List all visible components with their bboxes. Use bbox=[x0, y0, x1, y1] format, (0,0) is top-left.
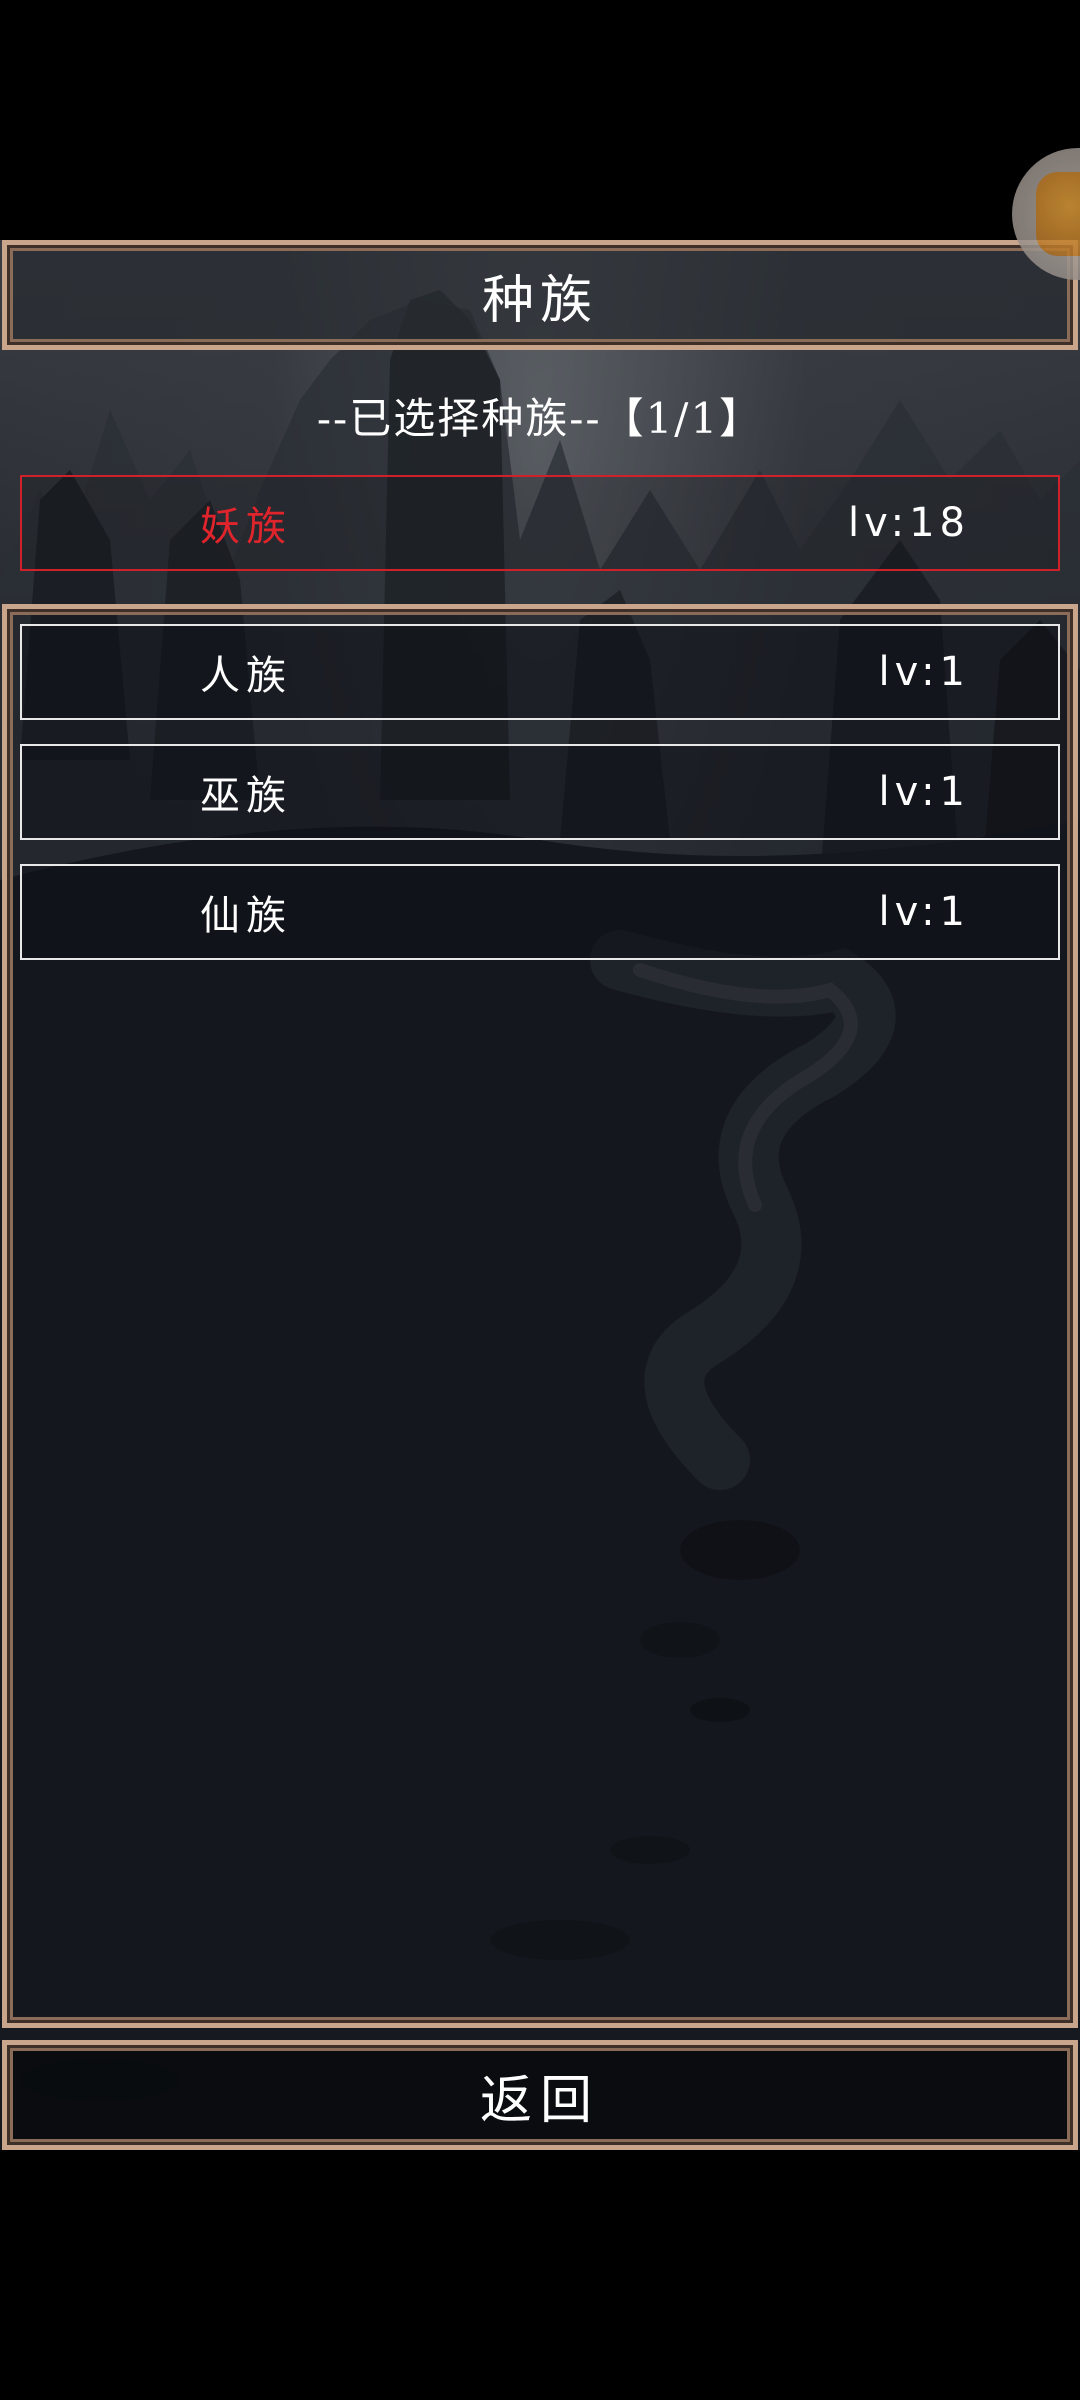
race-name: 巫族 bbox=[200, 773, 292, 819]
race-name: 人族 bbox=[200, 653, 292, 699]
race-row-wu[interactable]: 巫族 lv:1 bbox=[20, 744, 1060, 840]
back-button-label: 返回 bbox=[479, 2070, 600, 2131]
race-level: lv:1 bbox=[878, 889, 970, 935]
race-row-immortal[interactable]: 仙族 lv:1 bbox=[20, 864, 1060, 960]
selected-race-header: --已选择种族--【1/1】 bbox=[316, 393, 764, 443]
race-name: 妖族 bbox=[200, 504, 292, 550]
back-button[interactable]: 返回 bbox=[2, 2040, 1078, 2150]
race-name: 仙族 bbox=[200, 893, 292, 939]
selected-race-row[interactable]: 妖族 lv:18 bbox=[20, 475, 1060, 571]
title-bar: 种族 bbox=[2, 240, 1078, 350]
page-title: 种族 bbox=[481, 270, 598, 331]
assistant-icon bbox=[1036, 172, 1080, 256]
race-level: lv:18 bbox=[848, 500, 970, 546]
game-screen: 种族 --已选择种族--【1/1】 妖族 lv:18 人族 lv:1 巫族 lv… bbox=[0, 0, 1080, 2400]
race-row-human[interactable]: 人族 lv:1 bbox=[20, 624, 1060, 720]
race-level: lv:1 bbox=[878, 649, 970, 695]
race-level: lv:1 bbox=[878, 769, 970, 815]
